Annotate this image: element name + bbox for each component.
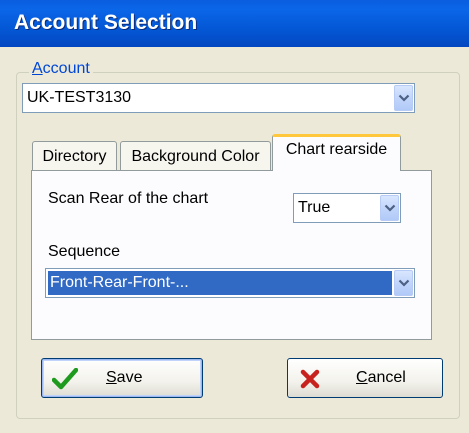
chevron-down-icon [384, 204, 395, 212]
sequence-label: Sequence [48, 243, 121, 260]
red-x-icon [300, 369, 320, 394]
tab-chart-rearside[interactable]: Chart rearside [272, 134, 401, 171]
scan-rear-value: True [298, 199, 331, 216]
scan-rear-dropdown-button[interactable] [380, 195, 399, 221]
account-selection-dialog: Account Selection Account UK-TEST3130 Di… [0, 0, 469, 433]
account-group-label: Account [29, 60, 93, 78]
tab-directory-label: Directory [42, 148, 107, 165]
sequence-dropdown-button[interactable] [394, 270, 413, 296]
tab-background-color[interactable]: Background Color [120, 141, 271, 170]
green-check-icon [51, 367, 79, 395]
tab-directory[interactable]: Directory [32, 141, 117, 170]
sequence-combobox[interactable]: Front-Rear-Front-... [45, 268, 415, 298]
account-combobox-value: UK-TEST3130 [27, 89, 132, 106]
save-button[interactable]: Save [41, 358, 203, 398]
save-button-label: Save [106, 369, 143, 386]
account-dropdown-button[interactable] [394, 85, 413, 111]
chevron-down-icon [398, 279, 409, 287]
tab-chart-rearside-label: Chart rearside [285, 141, 388, 158]
cancel-button[interactable]: Cancel [287, 358, 443, 398]
window-title: Account Selection [14, 11, 198, 34]
scan-rear-combobox[interactable]: True [293, 193, 401, 223]
sequence-value: Front-Rear-Front-... [48, 271, 392, 295]
cancel-button-label: Cancel [356, 369, 406, 386]
scan-rear-label: Scan Rear of the chart [48, 190, 209, 207]
account-combobox[interactable]: UK-TEST3130 [22, 83, 415, 113]
chevron-down-icon [398, 94, 409, 102]
title-bar[interactable]: Account Selection [0, 0, 469, 47]
tab-background-color-label: Background Color [131, 148, 260, 165]
